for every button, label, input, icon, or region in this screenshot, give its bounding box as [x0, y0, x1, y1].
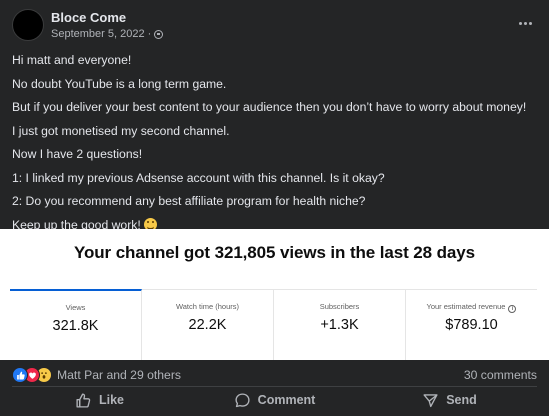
comment-button[interactable]: Comment: [187, 388, 362, 412]
post-line: Now I have 2 questions!: [12, 147, 143, 161]
post-line: No doubt YouTube is a long term game.: [12, 76, 227, 91]
metric-label: Views: [65, 303, 86, 312]
divider: [12, 386, 537, 387]
comments-count[interactable]: 30 comments: [464, 368, 537, 382]
metric-label-row: Your estimated revenue i: [406, 302, 537, 313]
send-label: Send: [446, 393, 477, 407]
info-icon: i: [508, 305, 517, 313]
metric-subscribers: Subscribers +1.3K: [274, 290, 406, 360]
action-bar: Like Comment Send: [12, 388, 537, 412]
post-line: Hi matt and everyone!: [12, 53, 132, 67]
reactions-text[interactable]: Matt Par and 29 others: [57, 368, 181, 382]
author-avatar[interactable]: [12, 9, 44, 41]
send-button[interactable]: Send: [362, 388, 537, 412]
post-line: I just got monetised my second channel.: [12, 123, 230, 138]
metric-watch-time: Watch time (hours) 22.2K: [142, 290, 274, 360]
reactions-summary[interactable]: Matt Par and 29 others: [12, 366, 181, 384]
post-text: Hi matt and everyone! No doubt YouTube i…: [12, 49, 542, 237]
like-button[interactable]: Like: [12, 388, 187, 412]
analytics-screenshot[interactable]: Your channel got 321,805 views in the la…: [0, 229, 549, 360]
author-name[interactable]: Bloce Come: [51, 10, 126, 25]
metric-label: Subscribers: [319, 302, 360, 311]
post-meta: September 5, 2022 ·: [51, 28, 164, 40]
thumbs-up-icon: [76, 392, 91, 408]
metric-value: 22.2K: [188, 317, 227, 333]
metric-value: +1.3K: [320, 317, 359, 333]
post-date[interactable]: September 5, 2022 ·: [51, 28, 151, 40]
metrics-tabs: Views 321.8K Watch time (hours) 22.2K Su…: [10, 289, 537, 360]
like-label: Like: [98, 393, 124, 407]
dot-icon: [518, 21, 522, 25]
like-icon: [12, 367, 28, 383]
more-options-button[interactable]: [513, 12, 537, 34]
post-card: Bloce Come September 5, 2022 · Hi matt a…: [0, 0, 549, 416]
metric-views: Views 321.8K: [10, 289, 142, 360]
post-line: But if you deliver your best content to …: [12, 100, 527, 114]
globe-icon: [154, 29, 164, 39]
metric-value: 321.8K: [52, 318, 99, 334]
metric-value: $789.10: [445, 317, 498, 333]
metric-label: Watch time (hours): [175, 302, 240, 311]
post-line: 1: I linked my previous Adsense account …: [12, 170, 385, 185]
dot-icon: [523, 21, 527, 25]
metric-revenue: Your estimated revenue i $789.10: [406, 290, 537, 360]
comment-label: Comment: [257, 393, 316, 407]
send-icon: [423, 393, 438, 407]
analytics-title: Your channel got 321,805 views in the la…: [74, 243, 475, 262]
comment-icon: [235, 392, 250, 407]
dot-icon: [528, 21, 532, 25]
metric-label: Your estimated revenue: [426, 302, 506, 311]
post-line: 2: Do you recommend any best affiliate p…: [12, 194, 366, 208]
